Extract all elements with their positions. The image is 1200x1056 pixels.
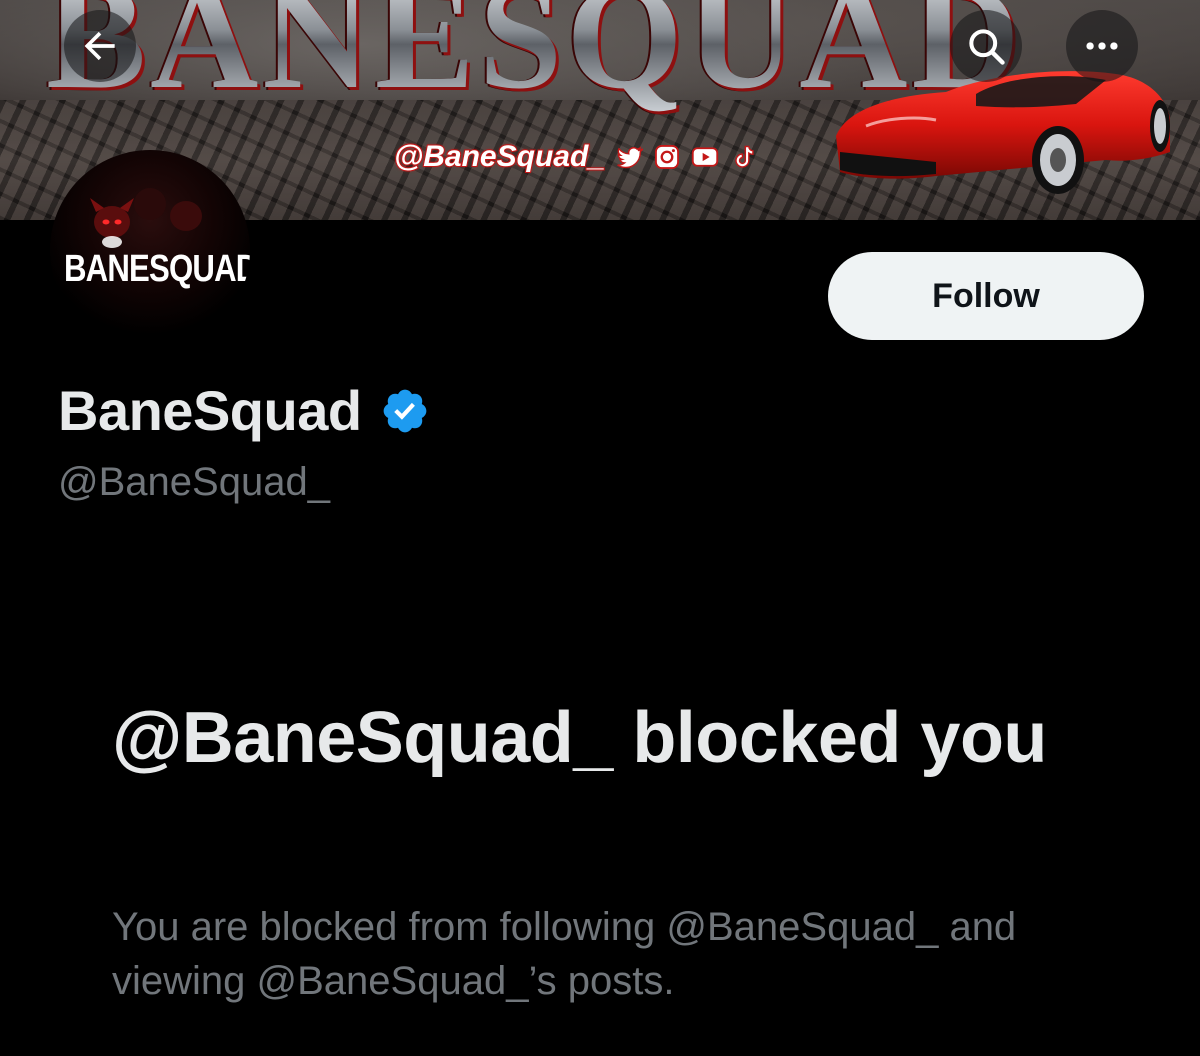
youtube-icon <box>691 147 719 167</box>
search-button[interactable] <box>950 10 1022 82</box>
arrow-left-icon <box>84 31 115 61</box>
profile-handle: @BaneSquad_ <box>58 460 330 504</box>
back-button[interactable] <box>64 10 136 82</box>
profile-name-row: BaneSquad <box>58 378 430 443</box>
profile-display-name: BaneSquad <box>58 379 362 442</box>
banner-social-handle: @BaneSquad_ <box>393 139 606 174</box>
follow-button[interactable]: Follow <box>828 252 1144 340</box>
instagram-icon <box>654 144 679 170</box>
banner-social-row: @BaneSquad_ <box>393 139 757 174</box>
profile-avatar[interactable]: BANESQUAD <box>50 150 250 350</box>
blocked-description: You are blocked from following @BaneSqua… <box>112 905 1017 1003</box>
tiktok-icon <box>735 145 754 168</box>
twitter-bird-icon <box>617 146 643 169</box>
blocked-title: @BaneSquad_ blocked you <box>112 698 1047 778</box>
more-options-button[interactable] <box>1066 10 1138 82</box>
search-icon <box>969 29 1005 65</box>
avatar-label: BANESQUAD <box>64 248 250 290</box>
verified-badge-icon[interactable] <box>380 386 430 436</box>
more-horizontal-icon <box>1086 42 1118 50</box>
